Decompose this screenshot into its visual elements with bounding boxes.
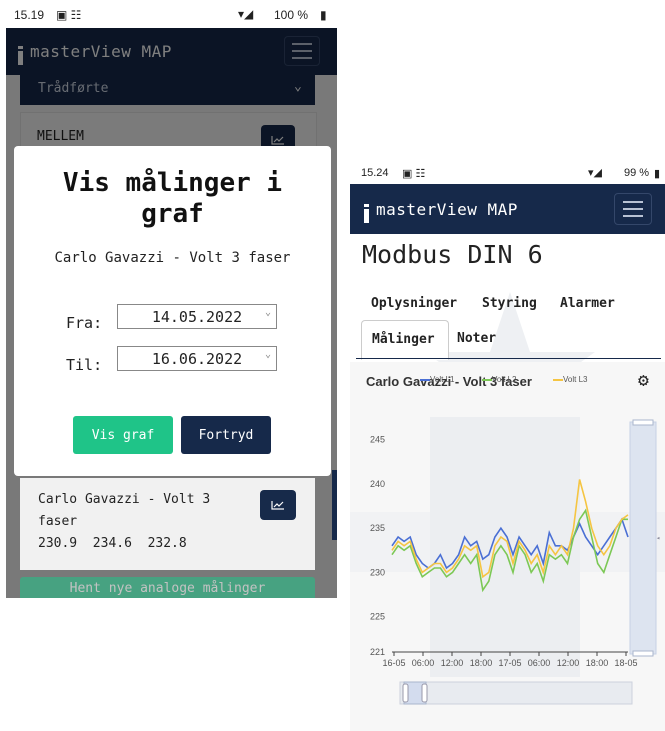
to-label: Til:: [66, 356, 103, 374]
chart-svg: 221 225 230 235 240 245 16-05 06:00 12:00 18:00 1…: [350, 417, 665, 705]
y-tick-label: 245: [370, 435, 385, 445]
x-zoom-handle-right[interactable]: [421, 683, 428, 703]
x-tick-label: 16-05: [382, 658, 405, 668]
tab-noter[interactable]: Noter: [457, 331, 496, 346]
battery-icon: ▮: [654, 168, 661, 180]
chart-area: 221 225 230 235 240 245 16-05 06:00 12:00 18:00 1…: [350, 362, 665, 731]
modal-title: Vis målinger i graf: [62, 168, 283, 229]
menu-toggle-button[interactable]: [614, 193, 652, 225]
status-bar: 15.24 ▣ ☷ ▾◢ 99 % ▮: [350, 162, 665, 184]
cancel-label: Fortryd: [198, 427, 254, 443]
chart-button[interactable]: [260, 490, 296, 520]
y-zoom-grip-icon: ◂: [656, 534, 660, 542]
to-date-input[interactable]: 16.06.2022 ⌄: [117, 346, 277, 371]
y-tick-label: 235: [370, 523, 385, 533]
y-zoom-slider[interactable]: [629, 421, 657, 655]
chevron-down-icon: ⌄: [264, 349, 271, 360]
y-zoom-handle-bottom[interactable]: [632, 650, 654, 657]
y-tick-label: 240: [370, 479, 385, 489]
show-graph-button[interactable]: Vis graf: [73, 416, 173, 454]
tab-styring[interactable]: Styring: [482, 296, 537, 311]
x-tick-label: 12:00: [557, 658, 580, 668]
status-battery: 99 %: [624, 167, 650, 179]
card-carlo-gavazzi: Carlo Gavazzi - Volt 3 faser 230.9 234.6…: [20, 478, 315, 570]
x-tick-label: 06:00: [412, 658, 435, 668]
status-time: 15.19: [14, 8, 45, 22]
x-tick-label: 17-05: [498, 658, 521, 668]
tab-maalinger-label: Målinger: [372, 332, 435, 347]
scrollbar-thumb[interactable]: [332, 470, 337, 540]
modal-subtitle: Carlo Gavazzi - Volt 3 faser: [54, 250, 291, 266]
x-tick-label: 06:00: [528, 658, 551, 668]
from-date-value: 14.05.2022: [151, 307, 243, 326]
logo-icon: [364, 203, 369, 223]
fetch-analog-button[interactable]: Hent nye analoge målinger: [20, 577, 315, 598]
y-tick-label: 221: [370, 647, 385, 657]
legend: Volt L1 Volt L2 Volt L3: [420, 374, 630, 388]
page-title: Modbus DIN 6: [362, 240, 543, 269]
right-phone: 15.24 ▣ ☷ ▾◢ 99 % ▮ masterView MAP Modbu…: [350, 162, 665, 731]
x-tick-label: 18:00: [470, 658, 493, 668]
navbar: masterView MAP: [350, 184, 665, 234]
x-zoom-slider[interactable]: [399, 681, 633, 705]
card-values: 230.9 234.6 232.8: [38, 536, 187, 551]
left-phone: 15.19 ▣ ☷ ▾◢ 100 % ▮ masterView MAP Tråd…: [6, 0, 337, 598]
x-tick-label: 18-05: [614, 658, 637, 668]
brand-title[interactable]: masterView MAP: [376, 200, 518, 219]
signal-icon: ▾◢: [588, 167, 602, 179]
tab-oplysninger[interactable]: Oplysninger: [371, 296, 457, 311]
y-zoom-handle-top[interactable]: [632, 419, 654, 426]
graph-modal: Vis målinger i graf Carlo Gavazzi - Volt…: [14, 146, 331, 476]
cancel-button[interactable]: Fortryd: [181, 416, 271, 454]
show-graph-label: Vis graf: [91, 427, 155, 443]
fetch-button-label: Hent nye analoge målinger: [69, 580, 266, 596]
tab-maalinger[interactable]: Målinger: [361, 320, 449, 360]
card-name-line2: faser: [38, 514, 78, 529]
legend-item-l1[interactable]: Volt L1: [420, 375, 454, 384]
legend-item-l3[interactable]: Volt L3: [553, 375, 587, 384]
line-chart-icon: [271, 501, 284, 510]
chevron-down-icon: ⌄: [264, 307, 271, 318]
status-bar: 15.19 ▣ ☷ ▾◢ 100 % ▮: [6, 0, 337, 28]
card-name-line1: Carlo Gavazzi - Volt 3: [38, 492, 211, 507]
tab-alarmer[interactable]: Alarmer: [560, 296, 615, 311]
x-tick-label: 18:00: [586, 658, 609, 668]
x-tick-label: 12:00: [441, 658, 464, 668]
notification-icon: ▣ ☷: [56, 8, 82, 22]
gear-icon[interactable]: ⚙: [638, 370, 649, 391]
status-time: 15.24: [361, 167, 389, 179]
x-zoom-handle-left[interactable]: [402, 683, 409, 703]
from-label: Fra:: [66, 314, 103, 332]
signal-icon: ▾◢: [238, 7, 254, 21]
notification-icon: ▣ ☷: [402, 168, 426, 180]
y-tick-label: 225: [370, 612, 385, 622]
tab-divider: [356, 358, 661, 359]
legend-item-l2[interactable]: Volt L2: [482, 375, 516, 384]
status-battery: 100 %: [274, 8, 309, 22]
from-date-input[interactable]: 14.05.2022 ⌄: [117, 304, 277, 329]
y-tick-label: 230: [370, 567, 385, 577]
battery-icon: ▮: [320, 8, 327, 22]
to-date-value: 16.06.2022: [151, 349, 243, 368]
